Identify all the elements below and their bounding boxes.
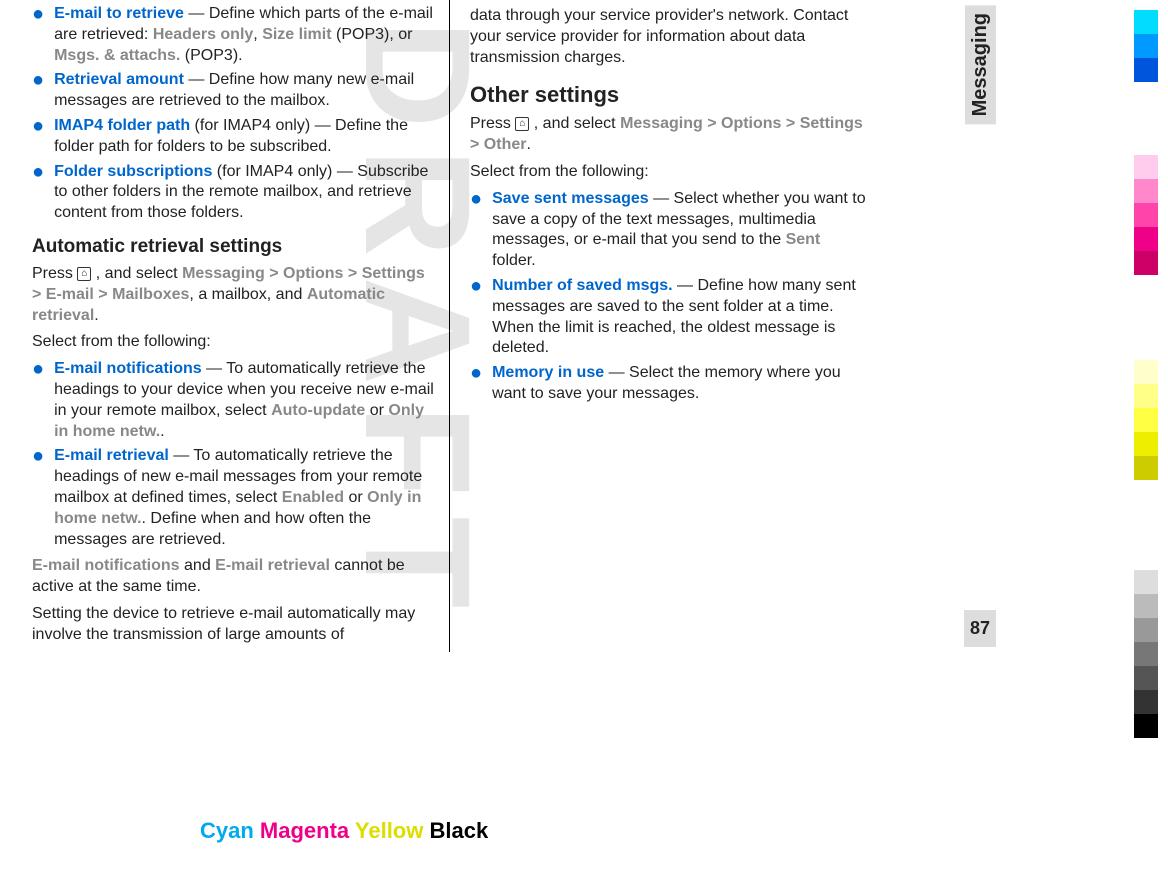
footer-cmyk-labels: Cyan Magenta Yellow Black <box>200 818 488 844</box>
bullet-dot-icon: ● <box>470 276 482 359</box>
nav-item: Settings <box>362 265 425 282</box>
text: . <box>94 307 98 324</box>
nav-item: Settings <box>800 115 863 132</box>
keyword: E-mail retrieval <box>54 447 169 464</box>
text: , a mailbox, and <box>189 286 306 303</box>
keyword: IMAP4 folder path <box>54 117 190 134</box>
chevron-right-icon: > <box>348 265 357 282</box>
separator: or <box>365 402 388 419</box>
nav-path: Press ⌂ , and select Messaging > Options… <box>32 264 437 326</box>
color-swatch <box>1134 690 1158 714</box>
bullet-text: Retrieval amount — Define how many new e… <box>54 70 437 112</box>
home-key-icon: ⌂ <box>77 267 91 281</box>
nav-item: Messaging <box>620 115 703 132</box>
text: (POP3), or <box>332 26 413 43</box>
text: and <box>180 557 216 574</box>
bullet-item: ● Save sent messages — Select whether yo… <box>470 189 868 272</box>
chevron-right-icon: > <box>707 115 716 132</box>
keyword: Folder subscriptions <box>54 163 212 180</box>
color-swatch <box>1134 666 1158 690</box>
footer-yellow-label: Yellow <box>355 818 423 843</box>
bullet-item: ● E-mail to retrieve — Define which part… <box>32 4 437 66</box>
keyword: E-mail to retrieve <box>54 5 184 22</box>
nav-item: Messaging <box>182 265 265 282</box>
bullet-dot-icon: ● <box>32 70 44 112</box>
bullet-dot-icon: ● <box>32 4 44 66</box>
option: Headers only <box>153 26 253 43</box>
separator: or <box>344 489 367 506</box>
text: folder. <box>492 252 536 269</box>
bullet-dot-icon: ● <box>470 189 482 272</box>
footer-cyan-label: Cyan <box>200 818 254 843</box>
bullet-item: ● E-mail retrieval — To automatically re… <box>32 446 437 550</box>
color-swatch <box>1134 714 1158 738</box>
bullet-item: ● Retrieval amount — Define how many new… <box>32 70 437 112</box>
text: , and select <box>91 265 182 282</box>
bullet-text: E-mail retrieval — To automatically retr… <box>54 446 437 550</box>
bullet-item: ● Memory in use — Select the memory wher… <box>470 363 868 405</box>
option: Enabled <box>282 489 344 506</box>
body-text: Setting the device to retrieve e-mail au… <box>32 604 437 646</box>
bullet-dot-icon: ● <box>32 446 44 550</box>
option: Sent <box>786 231 821 248</box>
keyword: Save sent messages <box>492 190 649 207</box>
bullet-item: ● Number of saved msgs. — Define how man… <box>470 276 868 359</box>
bullet-dot-icon: ● <box>32 162 44 224</box>
body-text: E-mail notifications and E-mail retrieva… <box>32 556 437 598</box>
option: Size limit <box>262 26 331 43</box>
text: Press <box>32 265 77 282</box>
nav-item: Options <box>283 265 343 282</box>
bullet-item: ● Folder subscriptions (for IMAP4 only) … <box>32 162 437 224</box>
bullet-dot-icon: ● <box>32 116 44 158</box>
keyword: E-mail notifications <box>32 557 180 574</box>
chevron-right-icon: > <box>32 286 41 303</box>
bullet-item: ● E-mail notifications — To automaticall… <box>32 359 437 442</box>
body-text: Select from the following: <box>470 162 868 183</box>
text: . <box>160 423 164 440</box>
keyword: E-mail retrieval <box>215 557 330 574</box>
footer-magenta-label: Magenta <box>260 818 349 843</box>
text: . <box>526 136 530 153</box>
footer-black-label: Black <box>430 818 489 843</box>
bullet-text: Folder subscriptions (for IMAP4 only) — … <box>54 162 437 224</box>
bullet-text: Save sent messages — Select whether you … <box>492 189 868 272</box>
chevron-right-icon: > <box>470 136 479 153</box>
text: , and select <box>529 115 620 132</box>
chevron-right-icon: > <box>786 115 795 132</box>
page-container: ● E-mail to retrieve — Define which part… <box>0 0 1000 652</box>
keyword: E-mail notifications <box>54 360 202 377</box>
bullet-text: E-mail to retrieve — Define which parts … <box>54 4 437 66</box>
chevron-right-icon: > <box>98 286 107 303</box>
nav-item: E-mail <box>46 286 94 303</box>
section-heading: Other settings <box>470 82 868 108</box>
keyword: Memory in use <box>492 364 604 381</box>
bullet-text: IMAP4 folder path (for IMAP4 only) — Def… <box>54 116 437 158</box>
home-key-icon: ⌂ <box>515 117 529 131</box>
nav-item: Other <box>484 136 527 153</box>
bullet-text: Number of saved msgs. — Define how many … <box>492 276 868 359</box>
nav-path: Press ⌂ , and select Messaging > Options… <box>470 114 868 156</box>
option: Msgs. & attachs. <box>54 47 180 64</box>
left-column: ● E-mail to retrieve — Define which part… <box>20 0 450 652</box>
text: Press <box>470 115 515 132</box>
section-heading: Automatic retrieval settings <box>32 236 437 258</box>
keyword: Retrieval amount <box>54 71 184 88</box>
bullet-text: E-mail notifications — To automatically … <box>54 359 437 442</box>
right-column: data through your service provider's net… <box>450 0 880 652</box>
bullet-dot-icon: ● <box>470 363 482 405</box>
chevron-right-icon: > <box>269 265 278 282</box>
option: Auto-update <box>271 402 365 419</box>
keyword: Number of saved msgs. <box>492 277 673 294</box>
body-text: data through your service provider's net… <box>470 6 868 68</box>
nav-item: Mailboxes <box>112 286 189 303</box>
bullet-text: Memory in use — Select the memory where … <box>492 363 868 405</box>
bullet-dot-icon: ● <box>32 359 44 442</box>
body-text: Select from the following: <box>32 332 437 353</box>
separator: , <box>253 26 262 43</box>
bullet-item: ● IMAP4 folder path (for IMAP4 only) — D… <box>32 116 437 158</box>
text: (POP3). <box>180 47 242 64</box>
nav-item: Options <box>721 115 781 132</box>
